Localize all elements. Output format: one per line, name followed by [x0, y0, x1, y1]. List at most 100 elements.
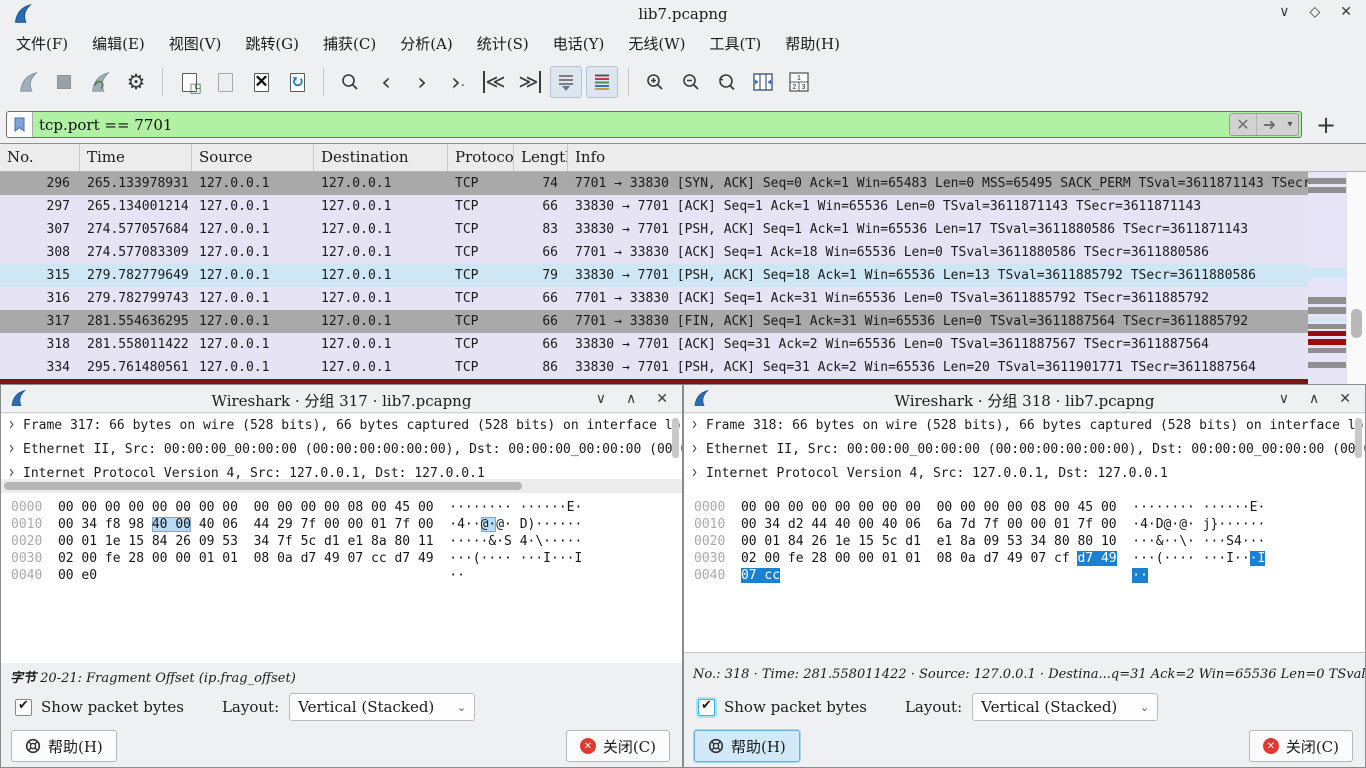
- window-title: lib7.pcapng: [0, 5, 1366, 23]
- packet-row[interactable]: 297265.134001214127.0.0.1127.0.0.1TCP663…: [0, 195, 1308, 218]
- column-header-info[interactable]: Info: [568, 144, 1366, 171]
- packet-row[interactable]: 318281.558011422127.0.0.1127.0.0.1TCP663…: [0, 333, 1308, 356]
- add-filter-icon[interactable]: +: [1316, 111, 1336, 139]
- tree-scrollbar-thumb[interactable]: [1355, 418, 1362, 458]
- menu-tools[interactable]: 工具(T): [697, 29, 773, 58]
- layout-label: Layout:: [905, 698, 962, 716]
- layout-select[interactable]: Vertical (Stacked) ⌄: [289, 693, 475, 721]
- status-prefix: 字节: [10, 671, 36, 686]
- stop-capture-icon[interactable]: [48, 66, 80, 98]
- column-header-no[interactable]: No.: [0, 144, 80, 171]
- clear-filter-icon[interactable]: ✕: [1230, 114, 1256, 135]
- menu-wireless[interactable]: 无线(W): [616, 29, 697, 58]
- colorize-icon[interactable]: [586, 66, 618, 98]
- close-button[interactable]: ✕ 关闭(C): [566, 730, 670, 762]
- column-header-protocol[interactable]: Protocol: [448, 144, 514, 171]
- column-header-source[interactable]: Source: [192, 144, 314, 171]
- minimize-icon[interactable]: ∨: [1279, 4, 1289, 20]
- zoom-reset-icon[interactable]: [711, 66, 743, 98]
- go-to-packet-icon[interactable]: ›·: [442, 66, 474, 98]
- help-button[interactable]: 帮助(H): [11, 730, 117, 762]
- close-icon[interactable]: ✕: [1340, 4, 1352, 20]
- dialog-titlebar[interactable]: Wireshark · 分组 317 · lib7.pcapng ∨ ∧ ✕: [1, 385, 682, 413]
- go-forward-icon[interactable]: ›: [406, 66, 438, 98]
- dialog-controls: Show packet bytes Layout: Vertical (Stac…: [684, 691, 1365, 723]
- column-numbers-icon[interactable]: 123: [783, 66, 815, 98]
- help-button[interactable]: 帮助(H): [694, 730, 800, 762]
- close-file-icon[interactable]: ✕: [245, 66, 277, 98]
- packet-list-scrollbar[interactable]: [1346, 172, 1366, 384]
- close-button[interactable]: ✕ 关闭(C): [1249, 730, 1353, 762]
- packet-bytes-view[interactable]: 000000 00 00 00 00 00 00 00 00 00 00 00 …: [1, 493, 682, 663]
- tree-row[interactable]: ›Frame 317: 66 bytes on wire (528 bits),…: [1, 414, 682, 438]
- packet-row[interactable]: 334295.761480561127.0.0.1127.0.0.1TCP863…: [0, 356, 1308, 379]
- packet-bytes-view[interactable]: 000000 00 00 00 00 00 00 00 00 00 00 00 …: [684, 493, 1365, 653]
- tree-row[interactable]: ›Ethernet II, Src: 00:00:00_00:00:00 (00…: [684, 438, 1365, 462]
- capture-options-icon[interactable]: ⚙: [120, 66, 152, 98]
- resize-columns-icon[interactable]: [747, 66, 779, 98]
- wireshark-main-window: lib7.pcapng ∨ ◇ ✕ 文件(F) 编辑(E) 视图(V) 跳转(G…: [0, 0, 1366, 768]
- zoom-in-icon[interactable]: [639, 66, 671, 98]
- close-icon[interactable]: ✕: [1339, 391, 1351, 407]
- hex-line: 004007 cc··: [694, 567, 1365, 584]
- menu-analyze[interactable]: 分析(A): [388, 29, 465, 58]
- packet-row[interactable]: 315279.782779649127.0.0.1127.0.0.1TCP793…: [0, 264, 1308, 287]
- menu-edit[interactable]: 编辑(E): [80, 29, 157, 58]
- show-packet-bytes-checkbox[interactable]: [698, 699, 715, 716]
- go-back-icon[interactable]: ‹: [370, 66, 402, 98]
- packet-detail-tree[interactable]: ›Frame 317: 66 bytes on wire (528 bits),…: [1, 414, 682, 479]
- minimap-stripe: [1308, 268, 1346, 278]
- packet-row[interactable]: 307274.577057684127.0.0.1127.0.0.1TCP833…: [0, 218, 1308, 241]
- column-header-time[interactable]: Time: [80, 144, 192, 171]
- shade-icon[interactable]: ∨: [1279, 391, 1289, 407]
- intelligent-scrollbar-minimap[interactable]: [1308, 172, 1346, 384]
- close-icon[interactable]: ✕: [656, 391, 668, 407]
- packet-row[interactable]: 316279.782799743127.0.0.1127.0.0.1TCP667…: [0, 287, 1308, 310]
- tree-horizontal-scrollbar[interactable]: [1, 479, 682, 493]
- filter-text[interactable]: tcp.port == 7701: [33, 116, 1229, 134]
- menu-statistics[interactable]: 统计(S): [465, 29, 541, 58]
- menu-view[interactable]: 视图(V): [157, 29, 234, 58]
- tree-scrollbar-thumb[interactable]: [672, 418, 679, 458]
- packet-detail-tree[interactable]: ›Frame 318: 66 bytes on wire (528 bits),…: [684, 414, 1365, 479]
- menu-telephony[interactable]: 电话(Y): [541, 29, 617, 58]
- menu-help[interactable]: 帮助(H): [773, 29, 852, 58]
- column-header-destination[interactable]: Destination: [314, 144, 448, 171]
- bookmark-icon[interactable]: [7, 112, 33, 137]
- filter-dropdown-icon[interactable]: ▾: [1282, 119, 1298, 130]
- show-packet-bytes-label: Show packet bytes: [41, 698, 184, 716]
- menu-capture[interactable]: 捕获(C): [311, 29, 388, 58]
- layout-select[interactable]: Vertical (Stacked) ⌄: [972, 693, 1158, 721]
- packet-row[interactable]: 296265.133978931127.0.0.1127.0.0.1TCP747…: [0, 172, 1308, 195]
- maximize-icon[interactable]: ∧: [1309, 391, 1319, 407]
- apply-filter-icon[interactable]: ➜: [1256, 114, 1282, 135]
- dialog-titlebar[interactable]: Wireshark · 分组 318 · lib7.pcapng ∨ ∧ ✕: [684, 385, 1365, 413]
- tree-row[interactable]: ›Internet Protocol Version 4, Src: 127.0…: [684, 462, 1365, 479]
- packet-row[interactable]: 308274.577083309127.0.0.1127.0.0.1TCP667…: [0, 241, 1308, 264]
- tree-row[interactable]: ›Internet Protocol Version 4, Src: 127.0…: [1, 462, 682, 479]
- auto-scroll-icon[interactable]: [550, 66, 582, 98]
- reload-file-icon[interactable]: ↻: [281, 66, 313, 98]
- go-first-icon[interactable]: ≪: [478, 66, 510, 98]
- packet-row[interactable]: 317281.554636295127.0.0.1127.0.0.1TCP667…: [0, 310, 1308, 333]
- shade-icon[interactable]: ∨: [596, 391, 606, 407]
- scrollbar-thumb[interactable]: [1351, 309, 1362, 338]
- start-capture-icon[interactable]: [12, 66, 44, 98]
- tree-row[interactable]: ›Ethernet II, Src: 00:00:00_00:00:00 (00…: [1, 438, 682, 462]
- help-button-label: 帮助(H): [48, 736, 103, 757]
- find-packet-icon[interactable]: [334, 66, 366, 98]
- open-file-icon[interactable]: ◳: [173, 66, 205, 98]
- display-filter-input[interactable]: tcp.port == 7701 ✕ ➜ ▾: [6, 111, 1302, 138]
- maximize-icon[interactable]: ∧: [626, 391, 636, 407]
- zoom-out-icon[interactable]: [675, 66, 707, 98]
- menu-file[interactable]: 文件(F): [4, 29, 80, 58]
- restart-capture-icon[interactable]: [84, 66, 116, 98]
- maximize-icon[interactable]: ◇: [1309, 4, 1320, 20]
- save-file-icon[interactable]: [209, 66, 241, 98]
- menu-go[interactable]: 跳转(G): [233, 29, 311, 58]
- hscrollbar-thumb[interactable]: [4, 482, 522, 490]
- tree-row[interactable]: ›Frame 318: 66 bytes on wire (528 bits),…: [684, 414, 1365, 438]
- go-last-icon[interactable]: ≫: [514, 66, 546, 98]
- column-header-length[interactable]: Length: [514, 144, 568, 171]
- show-packet-bytes-checkbox[interactable]: [15, 699, 32, 716]
